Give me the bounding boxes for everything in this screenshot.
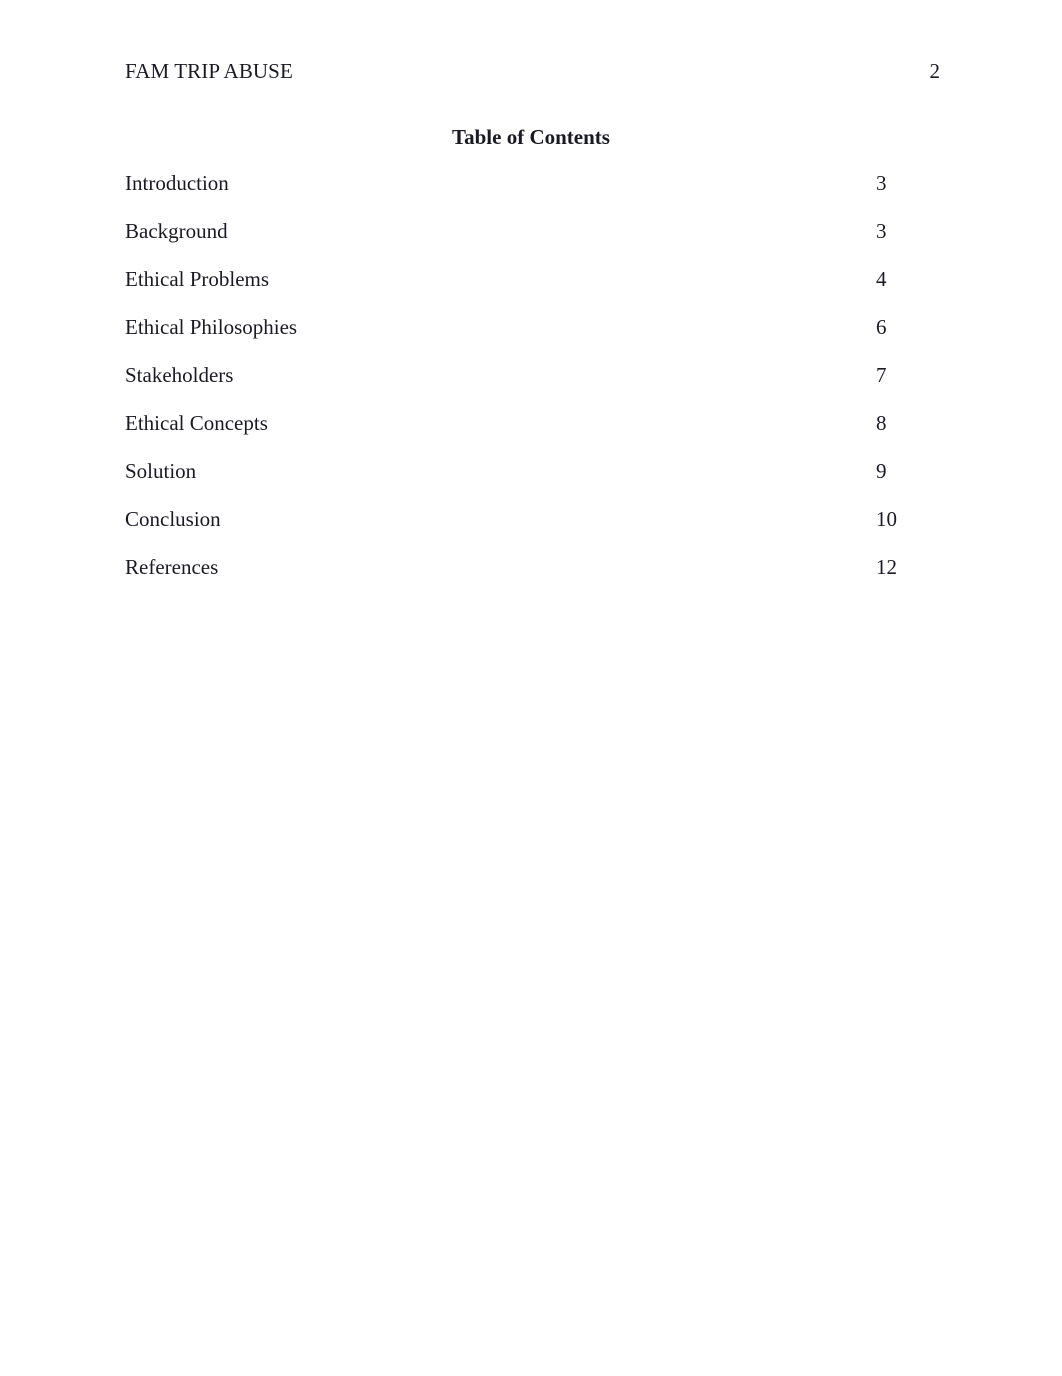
toc-entry-page-number: 8 [876,411,887,435]
document-page: FAM TRIP ABUSE 2 Table of Contents Intro… [0,0,1062,1376]
toc-entry-row[interactable]: Ethical Problems 4 [125,267,940,315]
toc-entry-label: Ethical Concepts [125,411,268,435]
toc-entry-page-number: 12 [876,555,897,579]
toc-entry-row[interactable]: Conclusion 10 [125,507,940,555]
toc-entry-row[interactable]: Stakeholders 7 [125,363,940,411]
toc-entry-label: References [125,555,219,579]
toc-entry-page-number: 9 [876,459,887,483]
toc-entry-page-number: 6 [876,315,887,339]
toc-entry-page-number: 3 [876,219,887,243]
toc-entry-label: Ethical Problems [125,267,270,291]
toc-entry-label: Solution [125,459,197,483]
toc-entry-row[interactable]: Ethical Concepts 8 [125,411,940,459]
toc-entry-page-number: 7 [876,363,887,387]
toc-entry-label: Stakeholders [125,363,234,387]
table-of-contents-heading: Table of Contents [452,125,610,149]
running-header-page-number: 2 [929,59,941,83]
toc-entry-row[interactable]: Ethical Philosophies 6 [125,315,940,363]
running-header: FAM TRIP ABUSE 2 [125,58,940,88]
toc-entry-page-number: 4 [876,267,887,291]
table-of-contents-list: Introduction 3 Background 3 Ethical Prob… [125,171,940,603]
toc-entry-row[interactable]: Background 3 [125,219,940,267]
toc-entry-row[interactable]: Introduction 3 [125,171,940,219]
toc-entry-label: Background [125,219,228,243]
toc-entry-row[interactable]: References 12 [125,555,940,603]
toc-entry-label: Introduction [125,171,229,195]
toc-entry-row[interactable]: Solution 9 [125,459,940,507]
toc-entry-label: Conclusion [125,507,221,531]
running-header-title: FAM TRIP ABUSE [125,59,293,83]
toc-entry-label: Ethical Philosophies [125,315,298,339]
toc-entry-page-number: 3 [876,171,887,195]
toc-entry-page-number: 10 [876,507,897,531]
